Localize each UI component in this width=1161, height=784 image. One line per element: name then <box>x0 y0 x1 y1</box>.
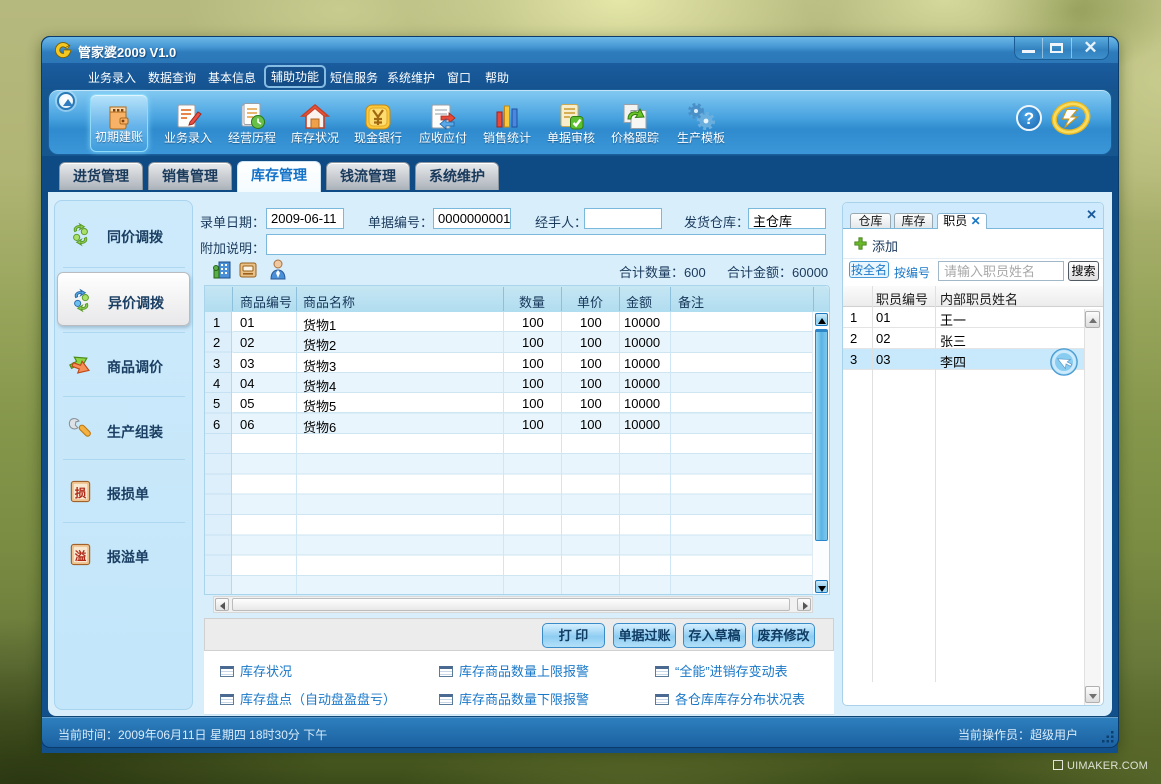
svg-text:损: 损 <box>75 486 87 500</box>
svg-text:溢: 溢 <box>75 549 87 563</box>
